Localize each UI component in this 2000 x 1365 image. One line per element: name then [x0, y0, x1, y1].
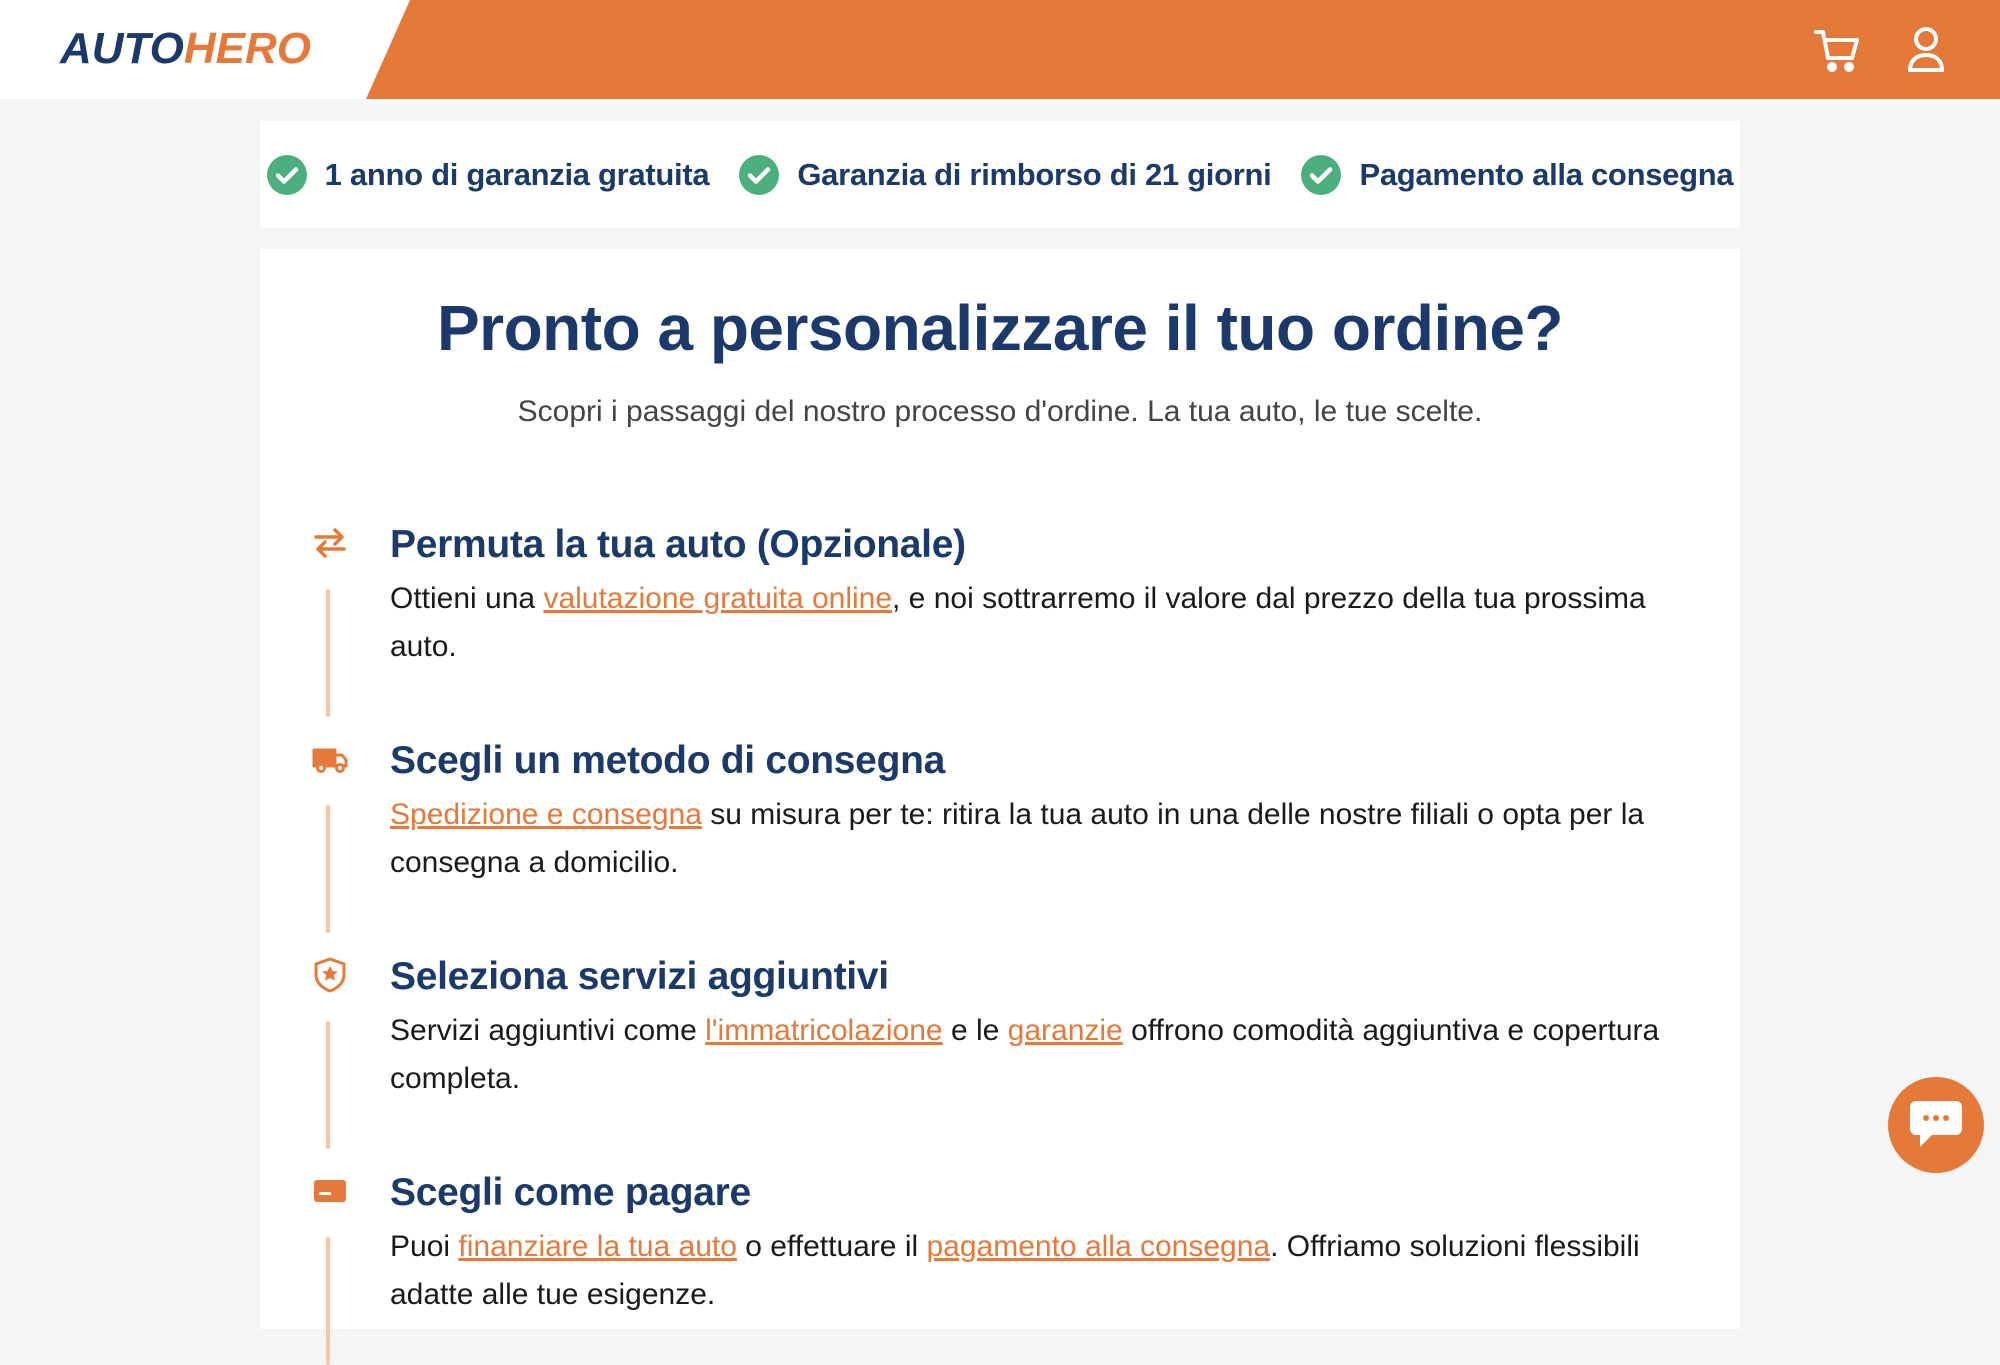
order-process-card: Pronto a personalizzare il tuo ordine? S…	[260, 249, 1740, 1365]
step-text: Servizi aggiuntivi come	[390, 1014, 706, 1047]
check-circle-icon	[1301, 154, 1342, 195]
usp-label: Pagamento alla consegna	[1359, 156, 1734, 192]
page-title: Pronto a personalizzare il tuo ordine?	[436, 292, 1564, 364]
usp-item: Pagamento alla consegna	[1301, 154, 1734, 195]
link-pagamento-consegna[interactable]: pagamento alla consegna	[927, 1230, 1271, 1263]
step-title: Scegli un metodo di consegna	[390, 739, 946, 782]
link-garanzie[interactable]: garanzie	[1008, 1014, 1123, 1047]
check-circle-icon	[266, 154, 307, 195]
step-connector	[326, 589, 330, 717]
truck-icon	[312, 748, 348, 773]
card-icon	[314, 1180, 346, 1202]
cart-icon[interactable]	[1812, 24, 1864, 76]
step-title: Scegli come pagare	[390, 1171, 751, 1214]
link-finanziamento[interactable]: finanziare la tua auto	[458, 1230, 737, 1263]
step-description: Servizi aggiuntivi come l'immatricolazio…	[390, 1007, 1690, 1103]
step-description: Ottieni una valutazione gratuita online,…	[390, 575, 1690, 671]
autohero-logo[interactable]: AUTOHERO	[60, 24, 311, 74]
shield-star-icon	[314, 957, 346, 993]
step-connector	[326, 1237, 330, 1365]
swap-arrows-icon	[314, 528, 346, 558]
chat-button[interactable]	[1888, 1077, 1984, 1173]
step-description: Puoi finanziare la tua auto o effettuare…	[390, 1223, 1690, 1319]
usp-bar: 1 anno di garanzia gratuita Garanzia di …	[260, 121, 1740, 228]
step-title: Permuta la tua auto (Opzionale)	[390, 523, 966, 566]
usp-item: Garanzia di rimborso di 21 giorni	[739, 154, 1272, 195]
logo-hero-text: HERO	[183, 24, 311, 73]
user-icon[interactable]	[1900, 24, 1952, 76]
link-immatricolazione[interactable]: l'immatricolazione	[705, 1014, 942, 1047]
step-text: o effettuare il	[736, 1230, 927, 1263]
usp-label: 1 anno di garanzia gratuita	[324, 156, 710, 192]
step-connector	[326, 1021, 330, 1149]
step-description: Spedizione e consegna su misura per te: …	[390, 791, 1690, 887]
step-text: Ottieni una	[390, 582, 544, 615]
step-text: Puoi	[390, 1230, 459, 1263]
link-spedizione[interactable]: Spedizione e consegna	[390, 798, 702, 831]
page-subtitle: Scopri i passaggi del nostro processo d'…	[517, 395, 1483, 428]
logo-auto-text: AUTO	[60, 24, 184, 73]
logo-area: AUTOHERO	[0, 0, 410, 99]
step-connector	[326, 805, 330, 933]
step-text: e le	[942, 1014, 1008, 1047]
chat-bubble-icon	[1910, 1101, 1962, 1147]
usp-item: 1 anno di garanzia gratuita	[266, 154, 710, 195]
usp-label: Garanzia di rimborso di 21 giorni	[797, 156, 1272, 192]
link-valutazione[interactable]: valutazione gratuita online	[543, 582, 892, 615]
site-header: AUTOHERO	[0, 0, 2000, 99]
step-title: Seleziona servizi aggiuntivi	[390, 955, 889, 998]
check-circle-icon	[739, 154, 780, 195]
